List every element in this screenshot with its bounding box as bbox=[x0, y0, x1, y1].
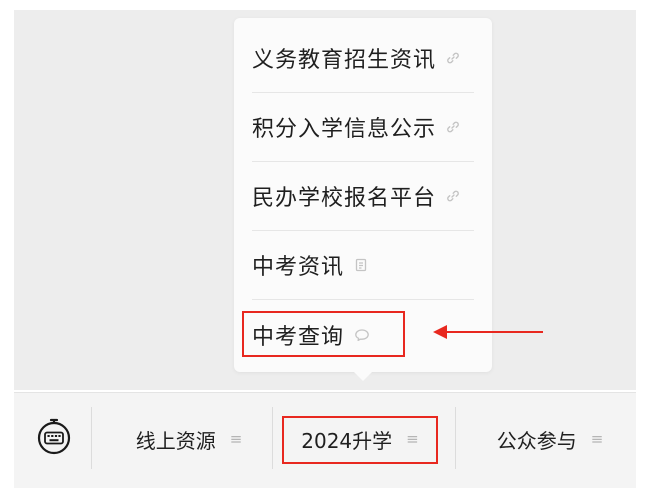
menu-item-compulsory-education-news[interactable]: 义务教育招生资讯 bbox=[252, 24, 474, 93]
link-icon bbox=[446, 51, 460, 65]
tab-online-resources[interactable]: 线上资源 ≡ bbox=[114, 419, 264, 459]
keyboard-icon bbox=[34, 417, 74, 461]
keyboard-toggle-button[interactable] bbox=[34, 417, 74, 461]
document-icon bbox=[354, 258, 368, 272]
menu-item-high-school-exam-news[interactable]: 中考资讯 bbox=[252, 231, 474, 300]
annotation-highlight-box bbox=[242, 311, 405, 357]
menu-lines-icon: ≡ bbox=[590, 430, 604, 448]
bottom-menu-bar: 线上资源 ≡ 2024升学 ≡ 公众参与 ≡ bbox=[14, 392, 636, 488]
popup-pointer bbox=[354, 372, 372, 381]
menu-item-label: 义务教育招生资讯 bbox=[252, 48, 437, 73]
menu-item-label: 中考资讯 bbox=[252, 255, 345, 280]
menu-item-label: 民办学校报名平台 bbox=[252, 186, 437, 211]
divider bbox=[272, 407, 273, 469]
link-icon bbox=[446, 189, 460, 203]
menu-item-private-school-registration[interactable]: 民办学校报名平台 bbox=[252, 162, 474, 231]
tab-label: 线上资源 bbox=[135, 428, 216, 453]
divider bbox=[91, 407, 92, 469]
annotation-arrow-line bbox=[445, 331, 543, 333]
annotation-tab-highlight-box bbox=[282, 416, 438, 464]
menu-lines-icon: ≡ bbox=[229, 430, 243, 448]
tab-public-participation[interactable]: 公众参与 ≡ bbox=[470, 419, 630, 459]
divider bbox=[455, 407, 456, 469]
link-icon bbox=[446, 120, 460, 134]
menu-item-label: 积分入学信息公示 bbox=[252, 117, 437, 142]
tab-label: 公众参与 bbox=[496, 428, 577, 453]
menu-item-points-admission-notice[interactable]: 积分入学信息公示 bbox=[252, 93, 474, 162]
